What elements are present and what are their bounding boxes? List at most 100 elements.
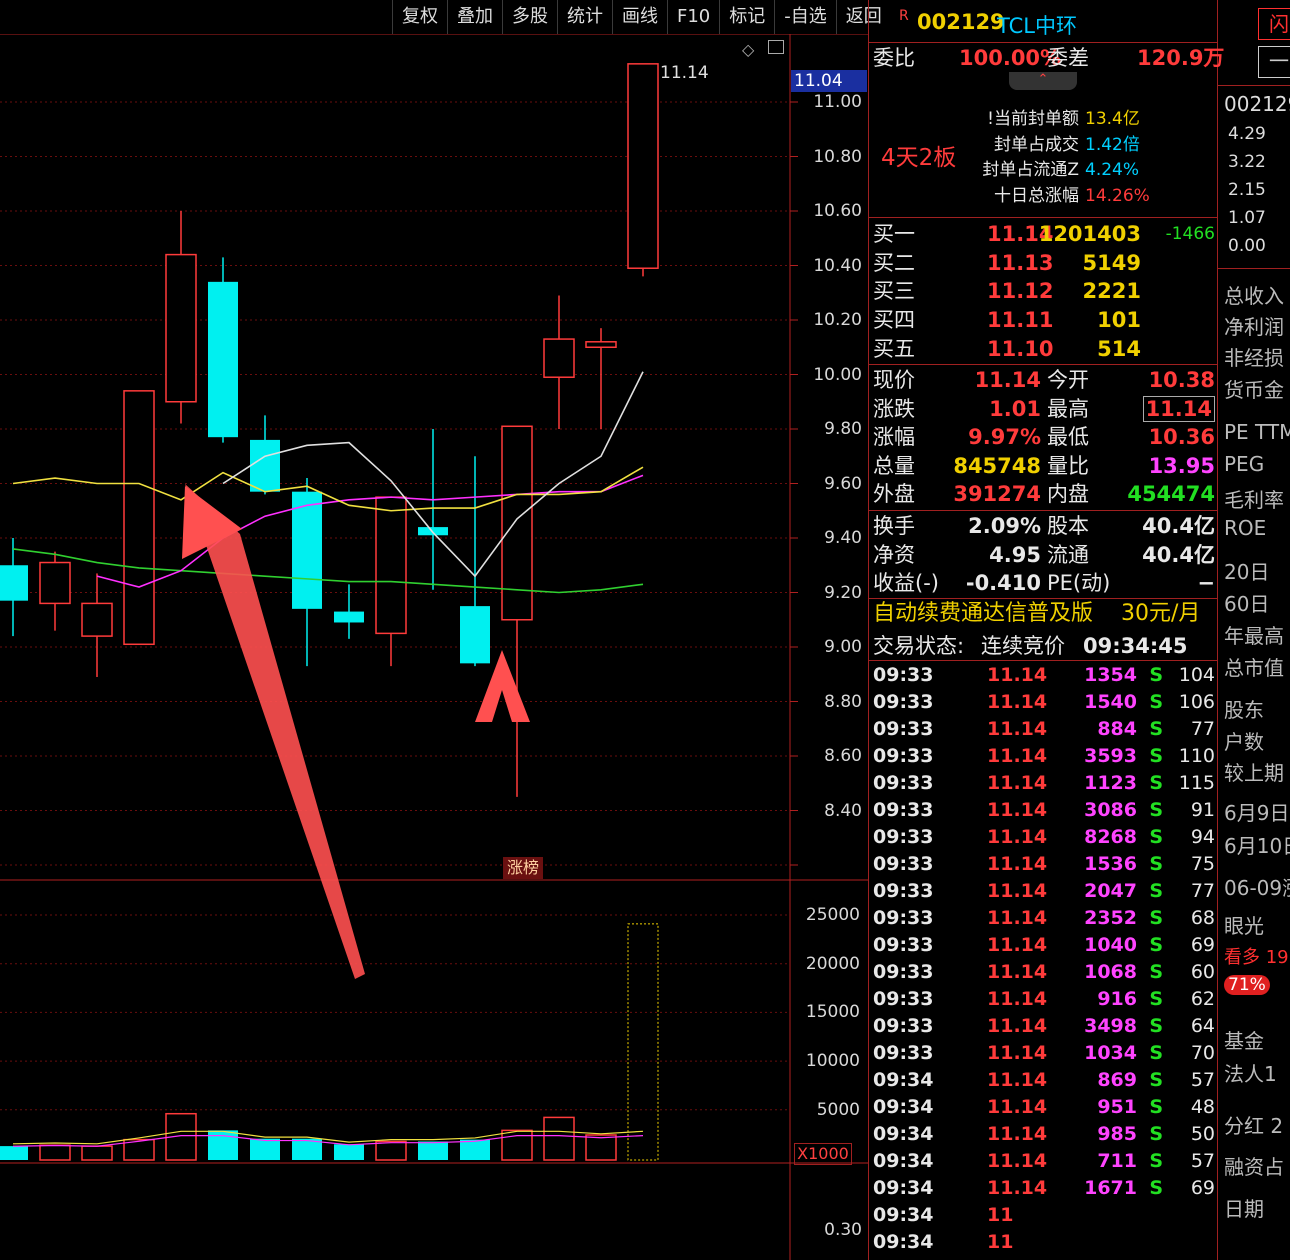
tick-volume: 1034 — [1084, 1042, 1137, 1064]
tick-volume: 1040 — [1084, 934, 1137, 956]
side-item[interactable]: 日期 — [1224, 1193, 1264, 1222]
ad-price[interactable]: 30元/月 — [1121, 600, 1200, 628]
tick-side: S — [1149, 691, 1163, 713]
candle-body — [123, 390, 155, 646]
tick-time: 09:34 — [873, 1123, 934, 1145]
volume-bar — [585, 1134, 617, 1161]
stat2-row: 换手 2.09% 股本 40.4亿 — [871, 512, 1217, 540]
tick-volume: 2047 — [1084, 880, 1137, 902]
side-item: 总收入 — [1224, 284, 1284, 308]
stat-label: 涨幅 — [873, 425, 915, 449]
stat2-label: 净资 — [873, 542, 915, 567]
tick-volume: 884 — [1097, 718, 1137, 740]
toolbar-button-4[interactable]: 画线 — [612, 0, 667, 34]
toolbar-button-1[interactable]: 叠加 — [447, 0, 502, 34]
stat2-row: 净资 4.95 流通 40.4亿 — [871, 541, 1217, 569]
tick-price: 11.14 — [987, 1096, 1048, 1118]
seal-row: 十日总涨幅 14.26% — [981, 181, 1150, 206]
volume-ma-magenta — [12, 1135, 644, 1147]
tick-count: 50 — [1190, 1123, 1215, 1145]
stat2-value: 4.95 — [989, 542, 1041, 567]
toolbar-button-3[interactable]: 统计 — [557, 0, 612, 34]
tick-time: 09:33 — [873, 907, 934, 929]
volume-bar — [627, 923, 659, 1161]
tick-side: S — [1149, 718, 1163, 740]
stat-label: 外盘 — [873, 482, 915, 506]
side-scale-value: 3.22 — [1228, 152, 1266, 172]
diamond-icon[interactable]: ◇ — [742, 40, 754, 59]
seal-value: 4.24% — [1085, 160, 1140, 180]
toolbar-button-7[interactable]: -自选 — [774, 0, 836, 34]
bid-price: 11.10 — [987, 336, 1054, 361]
volume-bar — [39, 1144, 71, 1161]
bid-label: 买一 — [873, 222, 915, 246]
stat-value: 13.95 — [1148, 453, 1215, 478]
toolbar-button-2[interactable]: 多股 — [502, 0, 557, 34]
toolbar-button-0[interactable]: 复权 — [392, 0, 447, 34]
stat2-label: 股本 — [1047, 514, 1089, 538]
tick-volume: 8268 — [1084, 826, 1137, 848]
flash-button[interactable]: 闪 — [1258, 8, 1290, 40]
side-item[interactable]: 71% — [1224, 975, 1270, 995]
candle-body — [250, 439, 280, 492]
tick-count: 68 — [1190, 907, 1215, 929]
side-item[interactable]: 融资占 — [1224, 1151, 1284, 1180]
tick-row: 09:34 11.14 869 S 57 — [871, 1067, 1217, 1094]
stat-value: 391274 — [953, 482, 1041, 506]
tick-row: 09:34 11 — [871, 1202, 1217, 1229]
tick-price: 11 — [987, 1231, 1014, 1253]
seal-value: 1.42倍 — [1085, 134, 1140, 155]
seal-label: 封单占流通Z — [982, 160, 1079, 180]
bid-row: 买二 11.13 5149 — [871, 249, 1217, 277]
candle-body — [585, 341, 617, 348]
ad-text[interactable]: 自动续费通达信普及版 — [873, 600, 1093, 628]
minus-button[interactable]: 一 — [1258, 46, 1290, 78]
side-item[interactable]: 06-09涨 — [1224, 872, 1290, 901]
side-item[interactable]: 分红 2 — [1224, 1110, 1283, 1139]
tick-count: 75 — [1190, 853, 1215, 875]
stock-code: 002129 — [917, 10, 1005, 34]
stat-label: 量比 — [1047, 453, 1089, 478]
side-item[interactable]: 眼光 — [1224, 910, 1264, 939]
tick-side: S — [1149, 1177, 1163, 1199]
side-item[interactable]: 6月9日 — [1224, 797, 1289, 826]
toolbar-button-5[interactable]: F10 — [667, 0, 719, 34]
stat-value: 9.97% — [968, 425, 1041, 449]
side-scale-value: 0.00 — [1228, 236, 1266, 256]
toolbar-button-6[interactable]: 标记 — [719, 0, 774, 34]
tick-price: 11.14 — [987, 799, 1048, 821]
side-item[interactable]: 看多 19 — [1224, 943, 1289, 969]
side-item[interactable]: 法人1 — [1224, 1058, 1277, 1087]
side-item[interactable]: 6月10日 — [1224, 830, 1290, 859]
bid-row: 买五 11.10 514 — [871, 335, 1217, 363]
tick-side: S — [1149, 853, 1163, 875]
tick-side: S — [1149, 799, 1163, 821]
tick-row: 09:33 11.14 3086 S 91 — [871, 797, 1217, 824]
tick-volume: 711 — [1097, 1150, 1137, 1172]
stat2-value: 40.4亿 — [1142, 514, 1215, 538]
stat-value: 11.14 — [974, 368, 1041, 392]
tick-side: S — [1149, 907, 1163, 929]
tick-row: 09:33 11.14 2047 S 77 — [871, 878, 1217, 905]
tick-count: 69 — [1190, 1177, 1215, 1199]
r-flag: R — [899, 8, 909, 24]
kline-chart[interactable] — [0, 34, 868, 1260]
tick-time: 09:33 — [873, 880, 934, 902]
tick-side: S — [1149, 664, 1163, 686]
side-item[interactable]: 基金 — [1224, 1025, 1264, 1054]
tick-price: 11.14 — [987, 934, 1048, 956]
tick-price: 11.14 — [987, 772, 1048, 794]
candle-body — [627, 63, 659, 269]
stat-value: 10.36 — [1148, 425, 1215, 449]
side-item: 60日 — [1224, 592, 1270, 616]
tick-time: 09:34 — [873, 1177, 934, 1199]
stat2-value: 40.4亿 — [1142, 542, 1215, 567]
window-toggle-icon[interactable] — [768, 40, 784, 54]
tick-volume: 1123 — [1084, 772, 1137, 794]
tick-volume: 3593 — [1084, 745, 1137, 767]
stat-label: 内盘 — [1047, 482, 1089, 506]
tick-time: 09:33 — [873, 961, 934, 983]
collapse-toggle[interactable]: ⌃ — [1009, 72, 1077, 90]
quote-panel: R 002129 TCL中环 委比 100.00% 委差 120.9万 ⌃ 4天… — [868, 0, 1224, 1260]
side-item: ROE — [1224, 516, 1267, 540]
